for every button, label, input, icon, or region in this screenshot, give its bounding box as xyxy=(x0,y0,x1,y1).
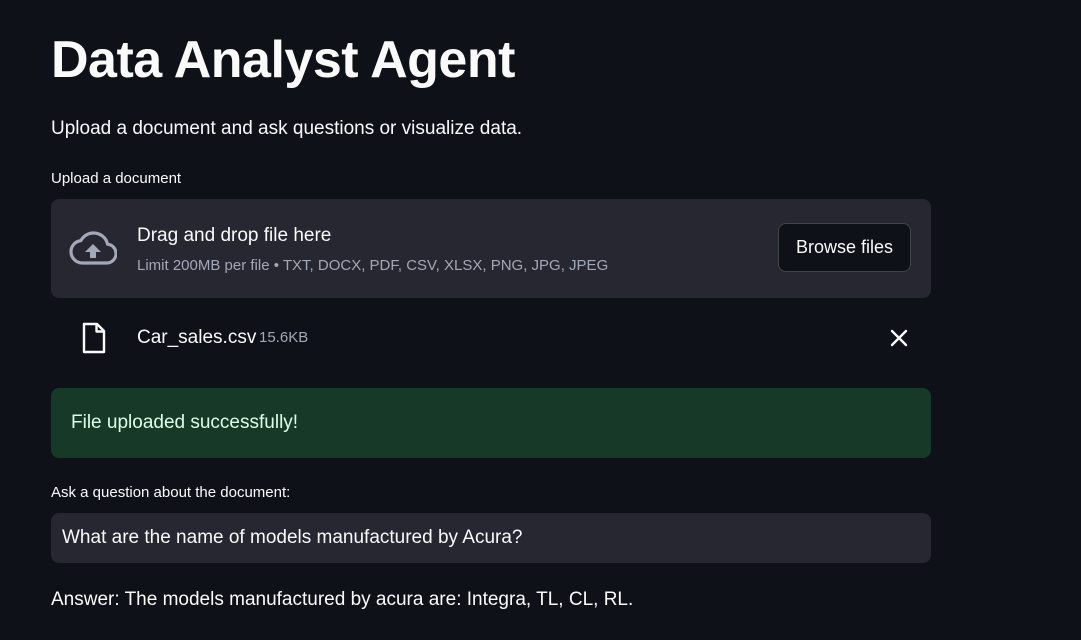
upload-label: Upload a document xyxy=(51,170,182,187)
success-message: File uploaded successfully! xyxy=(71,412,299,433)
dropzone-title: Drag and drop file here xyxy=(137,225,332,246)
file-dropzone[interactable]: Drag and drop file here Limit 200MB per … xyxy=(51,199,931,298)
cloud-upload-icon xyxy=(69,231,117,265)
question-input[interactable] xyxy=(51,513,931,563)
answer-text: Answer: The models manufactured by acura… xyxy=(51,589,634,610)
uploaded-file-row: Car_sales.csv 15.6KB xyxy=(51,318,931,358)
file-icon xyxy=(82,322,106,354)
file-name: Car_sales.csv xyxy=(137,327,257,348)
file-size: 15.6KB xyxy=(259,329,309,346)
dropzone-hint: Limit 200MB per file • TXT, DOCX, PDF, C… xyxy=(137,257,609,274)
close-icon[interactable] xyxy=(887,326,911,350)
browse-files-button[interactable]: Browse files xyxy=(778,223,911,272)
page-subtitle: Upload a document and ask questions or v… xyxy=(51,118,523,139)
success-alert: File uploaded successfully! xyxy=(51,388,931,458)
page-title: Data Analyst Agent xyxy=(51,31,515,89)
question-label: Ask a question about the document: xyxy=(51,484,291,501)
